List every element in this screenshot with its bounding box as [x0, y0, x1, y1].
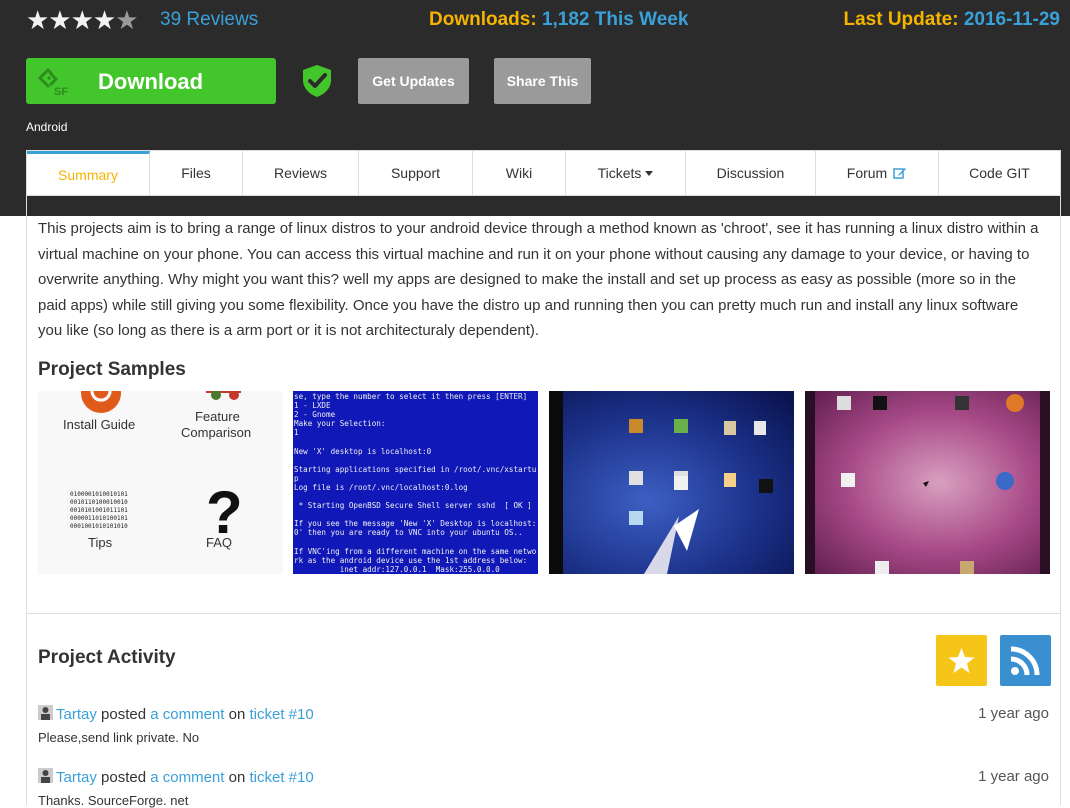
- star-icons: ★★★★: [26, 6, 116, 36]
- rating-stars[interactable]: ★★★★★: [26, 6, 139, 36]
- svg-text:0010110100010010: 0010110100010010: [70, 499, 128, 506]
- project-description: This projects aim is to bring a range of…: [38, 220, 1039, 339]
- activity-ticket-link[interactable]: ticket #10: [249, 769, 313, 786]
- update-label: Last Update:: [843, 9, 959, 30]
- last-update-stat: Last Update: 2016-11-29: [843, 9, 1060, 31]
- tips-label: Tips: [88, 535, 113, 550]
- svg-text:0000011010100101: 0000011010100101: [70, 515, 128, 522]
- faq-label: FAQ: [206, 535, 233, 550]
- tab-support[interactable]: Support: [359, 151, 473, 195]
- platform-label: Android: [26, 120, 68, 134]
- download-button[interactable]: SF Download: [26, 58, 276, 104]
- activity-comment-link[interactable]: a comment: [150, 706, 224, 723]
- sample-image-2[interactable]: se, type the number to select it then pr…: [293, 391, 538, 574]
- svg-text:0010101001011101: 0010101001011101: [70, 507, 128, 514]
- purple-desktop-screenshot: [805, 391, 1050, 574]
- blue-desktop-screenshot: [549, 391, 794, 574]
- svg-text:0100001010010101: 0100001010010101: [70, 491, 128, 498]
- favorite-button[interactable]: [936, 635, 987, 686]
- tab-forum[interactable]: Forum: [816, 151, 939, 195]
- star-icon: [948, 648, 975, 673]
- activity-verb: posted: [101, 706, 147, 723]
- samples-heading: Project Samples: [38, 359, 186, 380]
- download-label: Download: [98, 69, 204, 94]
- verified-shield-icon: [303, 65, 331, 97]
- activity-user-link[interactable]: Tartay: [56, 706, 97, 723]
- activity-ticket-link[interactable]: ticket #10: [249, 706, 313, 723]
- activity-prep: on: [228, 769, 246, 786]
- terminal-text: se, type the number to select it then pr…: [294, 392, 537, 574]
- sample-image-1[interactable]: 0100001010010101 0010110100010010 001010…: [38, 391, 283, 574]
- feature-label-2: Comparison: [181, 425, 252, 440]
- feature-label-1: Feature: [195, 409, 240, 424]
- user-avatar-icon: [38, 705, 53, 720]
- svg-text:0001001010101010: 0001001010101010: [70, 523, 128, 530]
- tab-code-git[interactable]: Code GIT: [939, 151, 1060, 195]
- sample-image-4[interactable]: [805, 391, 1050, 574]
- activity-user-link[interactable]: Tartay: [56, 769, 97, 786]
- activity-item-2: Tartay posted a comment on ticket #10: [38, 768, 314, 786]
- project-tabs: Summary Files Reviews Support Wiki Ticke…: [26, 150, 1061, 196]
- activity-comment-text: Please,send link private. No: [38, 730, 200, 745]
- activity-comment-link[interactable]: a comment: [150, 769, 224, 786]
- edit-icon: [893, 168, 907, 179]
- tab-summary[interactable]: Summary: [27, 151, 150, 195]
- downloads-label: Downloads:: [429, 9, 537, 30]
- tab-forum-label: Forum: [846, 165, 888, 181]
- share-button[interactable]: Share This: [494, 58, 591, 104]
- tab-discussion[interactable]: Discussion: [686, 151, 816, 195]
- downloads-value[interactable]: 1,182 This Week: [542, 9, 688, 30]
- activity-section: Project Activity Tartay posted a comment…: [26, 614, 1061, 808]
- activity-prep: on: [228, 706, 246, 723]
- summary-panel: This projects aim is to bring a range of…: [26, 196, 1061, 614]
- downloads-stat: Downloads: 1,182 This Week: [429, 9, 688, 31]
- sample-image-3[interactable]: [549, 391, 794, 574]
- user-avatar-icon: [38, 768, 53, 783]
- caret-down-icon: [645, 170, 654, 176]
- activity-time: 1 year ago: [978, 705, 1049, 722]
- tab-tickets-label: Tickets: [597, 165, 642, 181]
- tab-reviews[interactable]: Reviews: [243, 151, 359, 195]
- sourceforge-logo-icon: SF: [38, 68, 68, 96]
- install-guide-label: Install Guide: [63, 417, 136, 432]
- rss-feed-button[interactable]: [1000, 635, 1051, 686]
- activity-heading: Project Activity: [38, 647, 176, 668]
- rss-icon: [1010, 646, 1040, 676]
- activity-comment-text: Thanks. SourceForge. net: [38, 793, 189, 808]
- tab-tickets[interactable]: Tickets: [566, 151, 686, 195]
- activity-verb: posted: [101, 769, 147, 786]
- half-star-icon: ★: [115, 6, 138, 36]
- activity-item-1: Tartay posted a comment on ticket #10: [38, 705, 314, 723]
- stats-bar: ★★★★★ 39 Reviews Downloads: 1,182 This W…: [0, 0, 1070, 42]
- reviews-link[interactable]: 39 Reviews: [160, 9, 258, 31]
- tab-files[interactable]: Files: [150, 151, 243, 195]
- activity-time: 1 year ago: [978, 768, 1049, 785]
- svg-text:SF: SF: [54, 86, 68, 96]
- get-updates-button[interactable]: Get Updates: [358, 58, 469, 104]
- tab-wiki[interactable]: Wiki: [473, 151, 566, 195]
- update-value: 2016-11-29: [963, 9, 1060, 30]
